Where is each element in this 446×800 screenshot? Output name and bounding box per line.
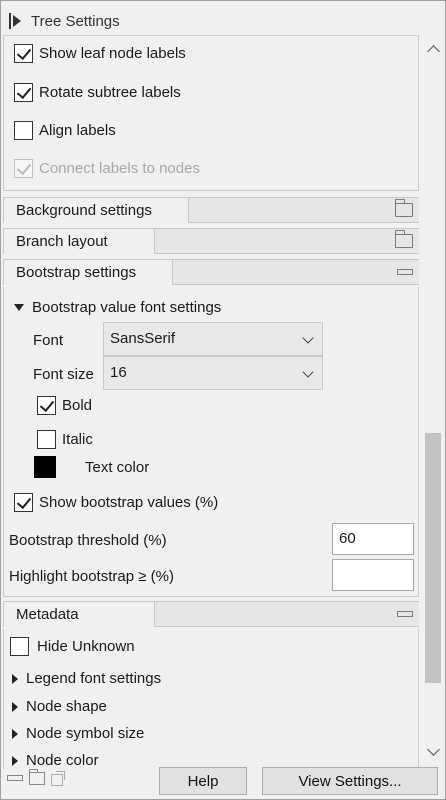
collapse-all-icon[interactable] bbox=[7, 775, 23, 781]
metadata-item[interactable]: Node symbol size bbox=[12, 725, 144, 742]
bottom-bar: Help View Settings... bbox=[1, 765, 445, 799]
view-settings-button[interactable]: View Settings... bbox=[262, 767, 438, 795]
rotate-subtree-labels-row[interactable]: Rotate subtree labels bbox=[14, 83, 181, 102]
italic-row[interactable]: Italic bbox=[37, 430, 93, 449]
bootstrap-threshold-input[interactable]: 60 bbox=[332, 523, 414, 555]
highlight-bootstrap-input[interactable] bbox=[332, 559, 414, 591]
align-labels-checkbox[interactable] bbox=[14, 121, 33, 140]
scroll-down-icon[interactable] bbox=[427, 745, 439, 757]
vertical-scrollbar[interactable] bbox=[423, 35, 443, 765]
panel-title: Tree Settings bbox=[31, 12, 120, 30]
bottom-icons bbox=[7, 768, 65, 786]
bootstrap-font-group-label: Bootstrap value font settings bbox=[32, 299, 222, 316]
rotate-subtree-labels-checkbox[interactable] bbox=[14, 83, 33, 102]
italic-checkbox[interactable] bbox=[37, 430, 56, 449]
hide-unknown-checkbox[interactable] bbox=[10, 637, 29, 656]
detach-icon[interactable] bbox=[51, 771, 65, 786]
metadata-header[interactable]: Metadata bbox=[3, 601, 419, 627]
highlight-bootstrap-label: Highlight bootstrap ≥ (%) bbox=[9, 568, 174, 585]
show-leaf-labels-checkbox[interactable] bbox=[14, 44, 33, 63]
font-select[interactable]: SansSerif bbox=[103, 322, 323, 356]
font-select-value: SansSerif bbox=[110, 330, 176, 347]
font-label: Font bbox=[33, 332, 64, 349]
show-leaf-labels-label: Show leaf node labels bbox=[39, 45, 186, 62]
italic-label: Italic bbox=[62, 431, 93, 448]
hide-unknown-label: Hide Unknown bbox=[37, 638, 135, 655]
font-size-label: Font size bbox=[33, 366, 94, 383]
connect-labels-row: Connect labels to nodes bbox=[14, 159, 200, 178]
bootstrap-settings-header[interactable]: Bootstrap settings bbox=[3, 259, 419, 285]
collapse-panel-icon[interactable] bbox=[7, 12, 23, 30]
show-bootstrap-values-label: Show bootstrap values (%) bbox=[39, 494, 219, 511]
bootstrap-settings-section: Bootstrap value font settings Font SansS… bbox=[3, 287, 419, 597]
metadata-section: Hide Unknown Legend font settings Node s… bbox=[3, 629, 419, 769]
folder-icon[interactable] bbox=[395, 230, 413, 248]
folder-icon[interactable] bbox=[29, 768, 45, 785]
collapsed-triangle-icon[interactable] bbox=[12, 755, 18, 766]
connect-labels-checkbox bbox=[14, 159, 33, 178]
minimize-icon[interactable] bbox=[397, 269, 413, 275]
bootstrap-font-group-toggle[interactable]: Bootstrap value font settings bbox=[14, 299, 221, 316]
text-color-label: Text color bbox=[85, 459, 150, 476]
tab-bootstrap-settings[interactable]: Bootstrap settings bbox=[3, 259, 173, 285]
show-bootstrap-values-row[interactable]: Show bootstrap values (%) bbox=[14, 493, 218, 512]
minimize-icon[interactable] bbox=[397, 611, 413, 617]
collapsed-triangle-icon[interactable] bbox=[12, 673, 18, 684]
panel-header[interactable]: Tree Settings bbox=[7, 7, 419, 35]
metadata-item[interactable]: Legend font settings bbox=[12, 670, 161, 687]
bold-label: Bold bbox=[62, 397, 93, 414]
hide-unknown-row[interactable]: Hide Unknown bbox=[10, 637, 135, 656]
scrollbar-thumb[interactable] bbox=[425, 433, 441, 683]
help-button[interactable]: Help bbox=[159, 767, 247, 795]
chevron-down-icon bbox=[302, 366, 314, 378]
show-leaf-labels-row[interactable]: Show leaf node labels bbox=[14, 44, 186, 63]
tab-branch-layout[interactable]: Branch layout bbox=[3, 228, 155, 254]
background-settings-header[interactable]: Background settings bbox=[3, 197, 419, 223]
text-color-swatch[interactable] bbox=[34, 456, 56, 478]
bold-checkbox[interactable] bbox=[37, 396, 56, 415]
folder-icon[interactable] bbox=[395, 199, 413, 217]
scroll-up-icon[interactable] bbox=[427, 43, 439, 55]
tab-background-settings[interactable]: Background settings bbox=[3, 197, 189, 223]
font-size-value: 16 bbox=[110, 364, 127, 381]
collapsed-triangle-icon[interactable] bbox=[12, 728, 18, 739]
bold-row[interactable]: Bold bbox=[37, 396, 92, 415]
branch-layout-header[interactable]: Branch layout bbox=[3, 228, 419, 254]
align-labels-row[interactable]: Align labels bbox=[14, 121, 116, 140]
connect-labels-label: Connect labels to nodes bbox=[39, 160, 200, 177]
bootstrap-threshold-label: Bootstrap threshold (%) bbox=[9, 532, 167, 549]
tree-settings-section: Show leaf node labels Rotate subtree lab… bbox=[3, 35, 419, 191]
metadata-item-label: Node shape bbox=[26, 698, 107, 715]
rotate-subtree-labels-label: Rotate subtree labels bbox=[39, 84, 181, 101]
align-labels-label: Align labels bbox=[39, 122, 116, 139]
tab-metadata[interactable]: Metadata bbox=[3, 601, 155, 627]
metadata-item-label: Node symbol size bbox=[26, 725, 145, 742]
font-size-select[interactable]: 16 bbox=[103, 356, 323, 390]
collapsed-triangle-icon[interactable] bbox=[12, 701, 18, 712]
metadata-item[interactable]: Node shape bbox=[12, 698, 107, 715]
expanded-triangle-icon[interactable] bbox=[14, 304, 24, 311]
metadata-item-label: Legend font settings bbox=[26, 670, 162, 687]
show-bootstrap-values-checkbox[interactable] bbox=[14, 493, 33, 512]
chevron-down-icon bbox=[302, 332, 314, 344]
tree-settings-panel: Tree Settings Show leaf node labels Rota… bbox=[0, 0, 446, 800]
